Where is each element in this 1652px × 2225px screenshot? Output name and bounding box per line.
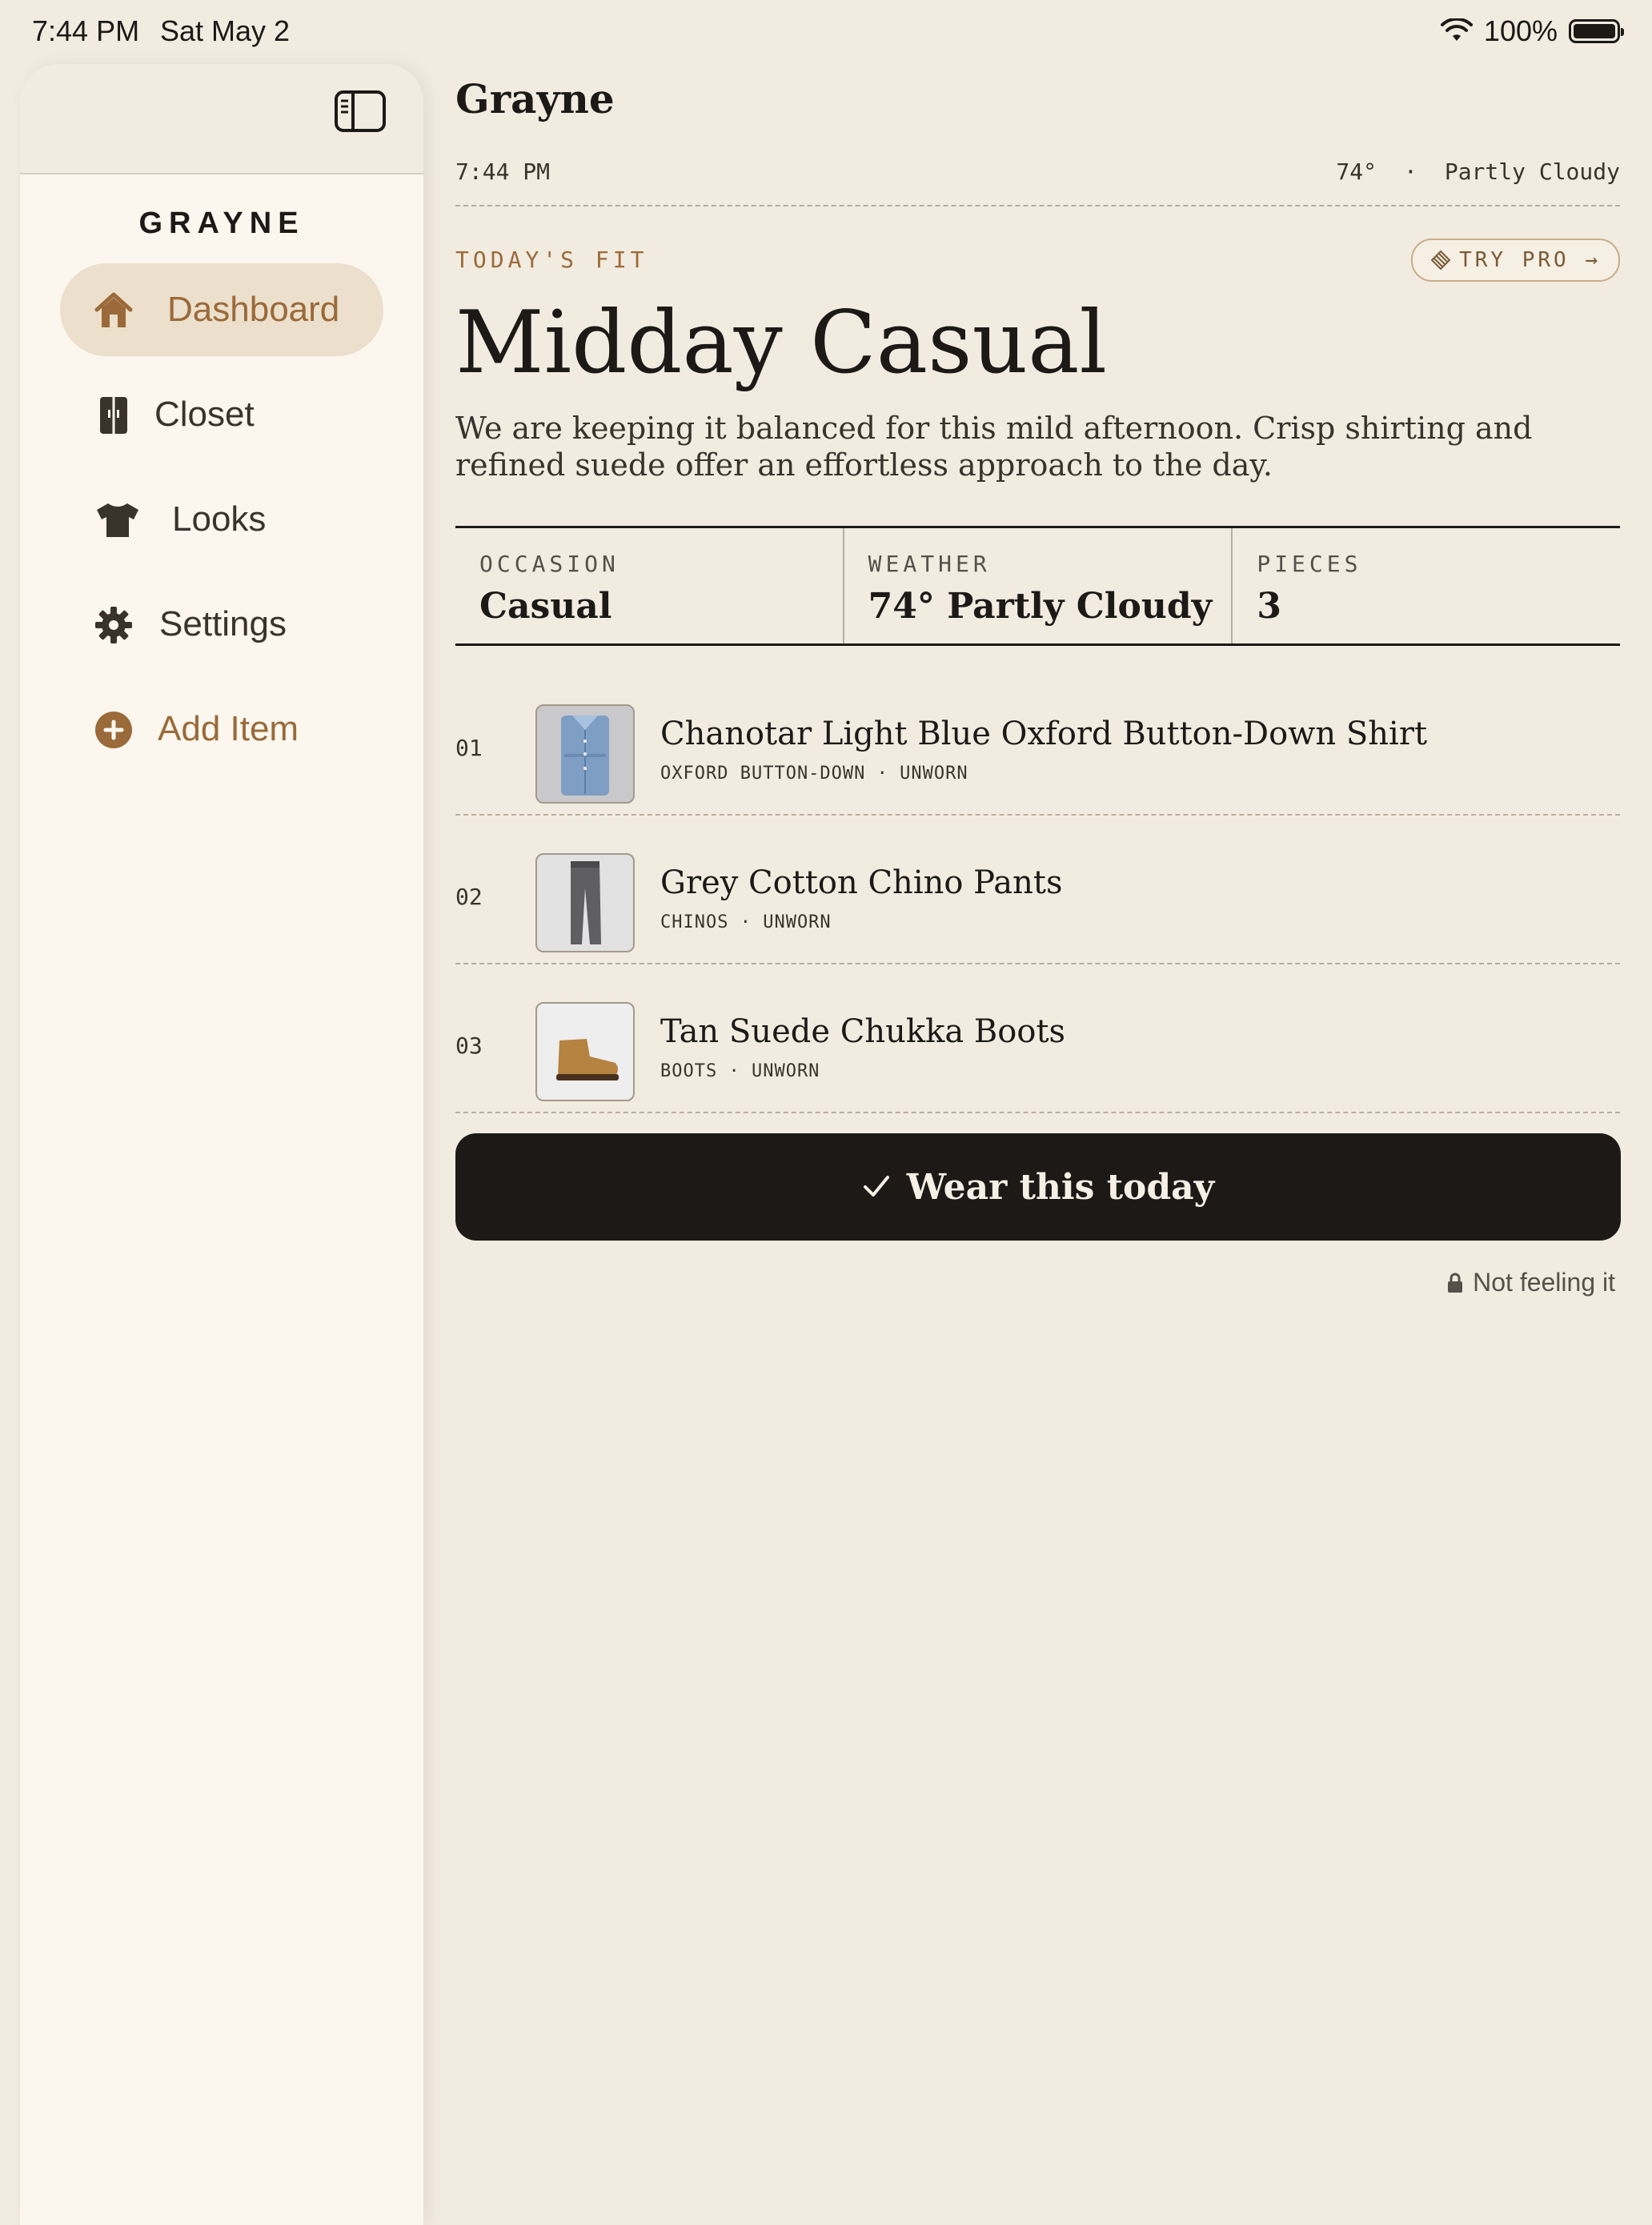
not-feeling-it-link[interactable]: Not feeling it — [1447, 1268, 1615, 1297]
sidebar: GRAYNE Dashboard Closet Looks Settings A… — [20, 64, 423, 2225]
status-date: Sat May 2 — [160, 14, 291, 47]
status-bar: 7:44 PM Sat May 2 100% — [0, 0, 1652, 64]
shirt-thumbnail — [535, 704, 635, 804]
sidebar-toggle-icon[interactable] — [334, 90, 387, 133]
sidebar-item-add-item[interactable]: Add Item — [60, 683, 383, 776]
wear-today-label: Wear this today — [906, 1166, 1215, 1208]
outfit-summary: We are keeping it balanced for this mild… — [455, 411, 1533, 483]
house-icon — [94, 292, 133, 327]
list-item[interactable]: 01 Chanotar Light Blue Oxford Button-Dow… — [455, 680, 1620, 829]
status-time: 7:44 PM — [32, 14, 140, 47]
current-time: 7:44 PM — [455, 158, 551, 185]
tshirt-icon — [97, 503, 138, 537]
sidebar-item-label: Settings — [159, 604, 287, 643]
pants-thumbnail — [535, 853, 635, 952]
item-number: 03 — [455, 1032, 483, 1059]
item-tags: BOOTS · UNWORN — [660, 1061, 820, 1081]
list-item[interactable]: 03 Tan Suede Chukka Boots BOOTS · UNWORN — [455, 978, 1620, 1127]
divider — [455, 205, 1620, 206]
wardrobe-icon — [100, 397, 127, 434]
sidebar-item-closet[interactable]: Closet — [60, 368, 383, 461]
temperature: 74° — [1336, 158, 1377, 185]
shirt-image — [561, 716, 609, 796]
lock-icon — [1448, 1273, 1463, 1293]
meta-row: 7:44 PM 74° · Partly Cloudy — [455, 158, 1620, 190]
diamond-pattern-icon — [1430, 250, 1451, 271]
item-name: Grey Cotton Chino Pants — [660, 864, 1063, 901]
sidebar-item-looks[interactable]: Looks — [60, 473, 383, 566]
sidebar-item-settings[interactable]: Settings — [60, 578, 383, 671]
stat-label: WEATHER — [868, 551, 991, 577]
sidebar-item-label: Closet — [154, 395, 255, 434]
battery-fill — [1574, 24, 1615, 38]
stat-occasion: OCCASION Casual — [455, 528, 843, 643]
item-tags: OXFORD BUTTON-DOWN · UNWORN — [660, 764, 968, 784]
sidebar-item-label: Add Item — [158, 709, 299, 748]
outfit-stats: OCCASION Casual WEATHER 74° Partly Cloud… — [455, 526, 1620, 646]
page-title: Grayne — [455, 75, 615, 122]
sidebar-item-dashboard[interactable]: Dashboard — [60, 263, 383, 356]
divider — [455, 1112, 1620, 1113]
item-tags: CHINOS · UNWORN — [660, 912, 832, 932]
wifi-icon — [1440, 18, 1473, 41]
checkmark-icon — [863, 1176, 889, 1197]
item-name: Chanotar Light Blue Oxford Button-Down S… — [660, 716, 1428, 752]
sidebar-item-label: Looks — [172, 499, 267, 539]
divider — [455, 814, 1620, 816]
item-number: 01 — [455, 735, 483, 761]
gear-icon — [95, 607, 132, 643]
pants-image — [571, 861, 601, 944]
weather-summary: 74° · Partly Cloudy — [1336, 158, 1620, 185]
sidebar-item-label: Dashboard — [167, 290, 340, 329]
stat-pieces: PIECES 3 — [1231, 528, 1620, 643]
section-eyebrow: TODAY'S FIT — [455, 247, 648, 273]
outfit-headline: Midday Casual — [455, 293, 1108, 393]
boots-image — [556, 1039, 619, 1080]
try-pro-label: TRY PRO → — [1459, 248, 1601, 272]
boots-thumbnail — [535, 1002, 635, 1101]
list-item[interactable]: 02 Grey Cotton Chino Pants CHINOS · UNWO… — [455, 829, 1620, 978]
item-name: Tan Suede Chukka Boots — [660, 1013, 1066, 1050]
stat-value: 74° Partly Cloudy — [868, 586, 1213, 627]
item-number: 02 — [455, 884, 483, 910]
plus-circle-icon — [95, 712, 132, 748]
sidebar-header — [20, 64, 423, 174]
weather-condition: Partly Cloudy — [1444, 158, 1620, 185]
wear-today-button[interactable]: Wear this today — [455, 1133, 1621, 1241]
stat-label: OCCASION — [479, 551, 620, 577]
not-feeling-it-label: Not feeling it — [1473, 1268, 1615, 1297]
try-pro-button[interactable]: TRY PRO → — [1411, 239, 1620, 282]
stat-weather: WEATHER 74° Partly Cloudy — [842, 528, 1232, 643]
separator: · — [1403, 158, 1417, 185]
status-indicators: 100% — [1440, 14, 1624, 48]
sidebar-nav: Dashboard Closet Looks Settings Add Item — [20, 263, 423, 776]
divider — [455, 963, 1620, 964]
battery-percent: 100% — [1483, 14, 1558, 47]
stat-label: PIECES — [1257, 551, 1362, 577]
stat-value: 3 — [1257, 586, 1281, 627]
stat-value: Casual — [479, 586, 612, 627]
sidebar-brand: GRAYNE — [138, 206, 305, 240]
battery-icon — [1569, 19, 1624, 43]
